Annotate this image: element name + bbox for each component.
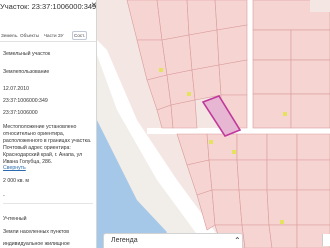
address-line: Почтовый адрес ориентира: [3,144,71,151]
cadastral-quarter: 23:37:1006000 [3,110,38,116]
map-corner [310,0,330,12]
address-block: Местоположение установлено относительно … [3,124,95,172]
land-category: Земли населенных пунктов [3,229,69,235]
chevron-up-icon[interactable]: ⌃ [234,236,241,245]
panel-title: Участок: 23:37:1006000:349 [0,2,97,11]
legend-label: Легенда [111,237,138,244]
close-icon[interactable]: × [91,0,96,12]
parcel-type: Земельный участок [3,51,51,57]
map-control-icon[interactable] [322,234,330,246]
parcel-kind: Землепользование [3,69,50,75]
address-line: относительно ориентира, [3,130,65,137]
tab-land[interactable]: Земель. [1,33,18,38]
cadastral-map[interactable] [97,0,330,248]
parcel-area: 2 000 кв. м [3,178,29,184]
tab-objects[interactable]: Объекты [20,33,39,38]
parcel-date: 12.07.2010 [3,86,29,92]
info-panel: Участок: 23:37:1006000:349 × Земель. Объ… [0,0,97,248]
tab-parts[interactable]: Части ЗУ [44,33,64,38]
map-view[interactable] [97,0,330,248]
tab-state[interactable]: Сост. [72,31,88,40]
cadastral-value: - [3,193,5,199]
tab-bar: Земель. Объекты Части ЗУ Сост. [0,30,96,42]
address-line: Местоположение установлено [3,124,77,130]
collapse-link[interactable]: Свернуть [3,165,95,172]
legend-panel[interactable]: Легенда ⌃ [103,233,243,248]
cadastral-number: 23:37:1006000:349 [3,98,48,104]
address-line: Ивана Голубца, 286. [3,158,53,165]
divider [3,203,93,204]
parcel-status: Учтенный [3,216,27,222]
permitted-use: индивидуальное жилищное [3,241,70,247]
road-vertical [247,0,253,128]
address-line: Краснодарский край, г. Анапа, ул [3,151,83,158]
address-line: расположенного в границах участка. [3,137,92,144]
